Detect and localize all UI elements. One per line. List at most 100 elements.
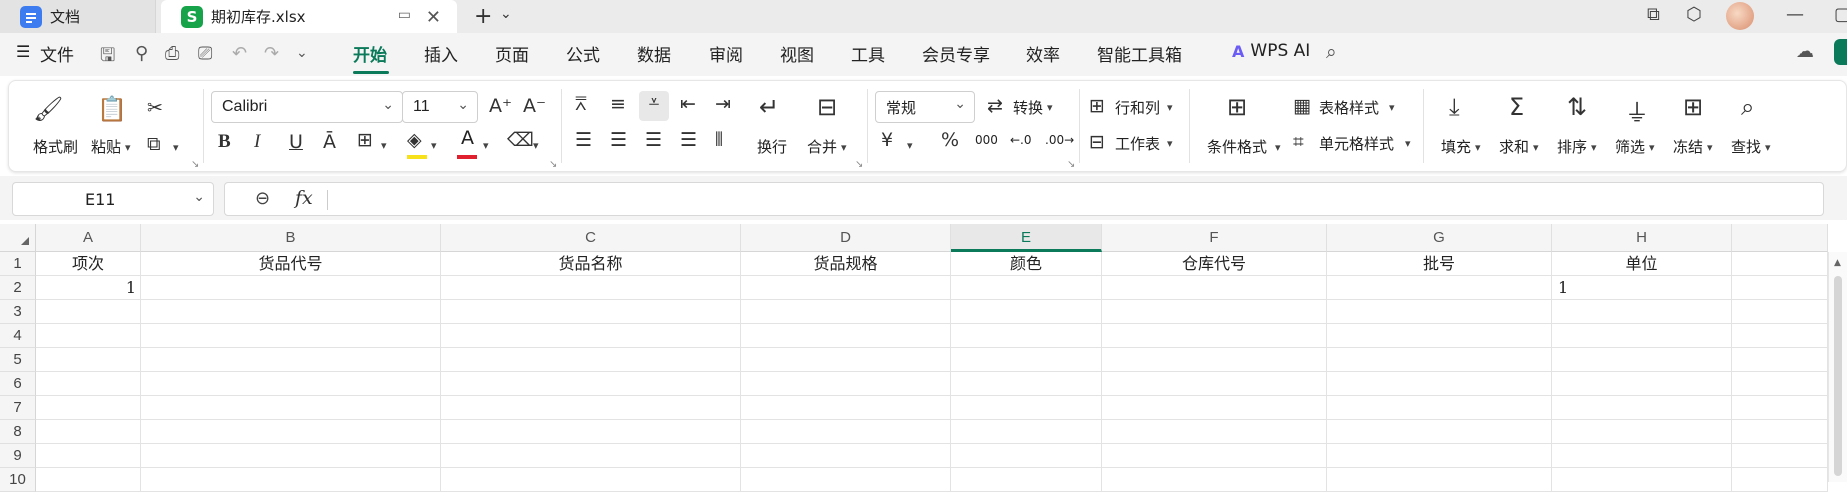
row-header[interactable]: 1: [0, 252, 36, 276]
monitor-icon[interactable]: ▭: [398, 7, 411, 23]
header-cell[interactable]: 颜色: [951, 252, 1102, 276]
decrease-indent-icon[interactable]: ⇤: [680, 93, 696, 115]
cell[interactable]: [141, 324, 441, 348]
chevron-down-icon[interactable]: ▾: [907, 139, 913, 152]
cell[interactable]: [951, 324, 1102, 348]
row-header[interactable]: 6: [0, 372, 36, 396]
row-col-button[interactable]: 行和列: [1115, 97, 1160, 118]
cell[interactable]: [951, 276, 1102, 300]
cell[interactable]: [1732, 324, 1828, 348]
cell[interactable]: [1102, 324, 1327, 348]
row-header[interactable]: 8: [0, 420, 36, 444]
cell[interactable]: [951, 348, 1102, 372]
cell[interactable]: [1732, 372, 1828, 396]
header-cell[interactable]: 货品代号: [141, 252, 441, 276]
increase-indent-icon[interactable]: ⇥: [715, 93, 731, 115]
chevron-down-icon[interactable]: ⌄: [500, 6, 512, 22]
italic-icon[interactable]: I: [254, 131, 260, 153]
cell[interactable]: [141, 300, 441, 324]
cell[interactable]: [1327, 468, 1552, 492]
row-header[interactable]: 7: [0, 396, 36, 420]
column-header-f[interactable]: F: [1102, 224, 1327, 252]
cell[interactable]: [951, 396, 1102, 420]
cell[interactable]: [1327, 444, 1552, 468]
tab-data[interactable]: 数据: [637, 41, 671, 66]
cell[interactable]: [141, 396, 441, 420]
chevron-down-icon[interactable]: ▾: [1275, 141, 1281, 154]
cell[interactable]: [1552, 420, 1732, 444]
chevron-down-icon[interactable]: ▾: [1167, 137, 1173, 150]
font-size-select[interactable]: 11 ⌄: [402, 91, 478, 123]
cell[interactable]: [36, 348, 141, 372]
cell[interactable]: [1327, 348, 1552, 372]
cell[interactable]: [1732, 444, 1828, 468]
cell[interactable]: [741, 444, 951, 468]
vertical-scrollbar[interactable]: ▲: [1828, 252, 1847, 482]
undo-icon[interactable]: ↶: [232, 43, 247, 64]
cell[interactable]: [1732, 420, 1828, 444]
cell[interactable]: [951, 372, 1102, 396]
cell[interactable]: [1732, 300, 1828, 324]
chevron-down-icon[interactable]: ▾: [1765, 141, 1771, 154]
cell[interactable]: [141, 420, 441, 444]
bold-icon[interactable]: B: [218, 131, 231, 153]
chevron-down-icon[interactable]: ▾: [1475, 141, 1481, 154]
chevron-down-icon[interactable]: ⌄: [193, 189, 205, 205]
align-center-icon[interactable]: ☰: [610, 129, 627, 151]
sum-button[interactable]: 求和: [1499, 136, 1529, 157]
select-all-corner[interactable]: [0, 224, 36, 252]
cell[interactable]: [1732, 276, 1828, 300]
cell-style-button[interactable]: 单元格样式: [1319, 133, 1394, 154]
column-header-g[interactable]: G: [1327, 224, 1552, 252]
cell[interactable]: [441, 324, 741, 348]
conditional-format-icon[interactable]: ⊞: [1227, 93, 1247, 121]
cell[interactable]: [36, 420, 141, 444]
chevron-down-icon[interactable]: ▾: [1649, 141, 1655, 154]
cell[interactable]: [141, 468, 441, 492]
cube-icon[interactable]: ⬡: [1686, 4, 1702, 25]
cell[interactable]: [741, 468, 951, 492]
cut-icon[interactable]: ✂: [147, 97, 163, 119]
cell[interactable]: [1327, 396, 1552, 420]
distributed-icon[interactable]: ⫴: [715, 129, 723, 151]
format-painter-icon[interactable]: 🖌: [33, 95, 63, 123]
wps-ai-button[interactable]: A WPS AI: [1232, 41, 1310, 61]
column-header-b[interactable]: B: [141, 224, 441, 252]
redo-icon[interactable]: ↷: [264, 43, 279, 64]
currency-icon[interactable]: ¥: [881, 129, 893, 151]
cell[interactable]: [1102, 348, 1327, 372]
tab-formula[interactable]: 公式: [566, 41, 600, 66]
maximize-icon[interactable]: ▢: [1834, 4, 1847, 25]
chevron-down-icon[interactable]: ▾: [1405, 137, 1411, 150]
scroll-thumb[interactable]: [1834, 276, 1842, 476]
freeze-button[interactable]: 冻结: [1673, 136, 1703, 157]
percent-icon[interactable]: %: [941, 129, 959, 151]
cell[interactable]: [1327, 420, 1552, 444]
expand-corner-icon[interactable]: ↘: [549, 159, 557, 170]
cell[interactable]: [741, 300, 951, 324]
filter-button[interactable]: 筛选: [1615, 136, 1645, 157]
cell[interactable]: [1552, 468, 1732, 492]
chevron-down-icon[interactable]: ▾: [1047, 101, 1053, 114]
tab-member[interactable]: 会员专享: [922, 41, 990, 66]
cell[interactable]: [741, 324, 951, 348]
column-header-i[interactable]: [1732, 224, 1828, 252]
thousands-icon[interactable]: 000: [975, 133, 998, 147]
tab-efficiency[interactable]: 效率: [1026, 41, 1060, 66]
column-header-c[interactable]: C: [441, 224, 741, 252]
expand-corner-icon[interactable]: ↘: [191, 159, 199, 170]
underline-icon[interactable]: U: [289, 131, 303, 153]
decrease-decimal-icon[interactable]: .00→: [1045, 133, 1074, 147]
minimize-icon[interactable]: —: [1786, 4, 1804, 25]
chevron-down-icon[interactable]: ▾: [173, 141, 179, 154]
cell[interactable]: [141, 372, 441, 396]
cell[interactable]: [1102, 444, 1327, 468]
cell[interactable]: [36, 324, 141, 348]
border-icon[interactable]: ⊞: [357, 129, 373, 151]
header-cell[interactable]: 货品名称: [441, 252, 741, 276]
format-painter-button[interactable]: 格式刷: [33, 136, 78, 157]
cell[interactable]: [141, 444, 441, 468]
decrease-font-icon[interactable]: A⁻: [523, 95, 546, 117]
sort-button[interactable]: 排序: [1557, 136, 1587, 157]
header-cell[interactable]: 单位: [1552, 252, 1732, 276]
